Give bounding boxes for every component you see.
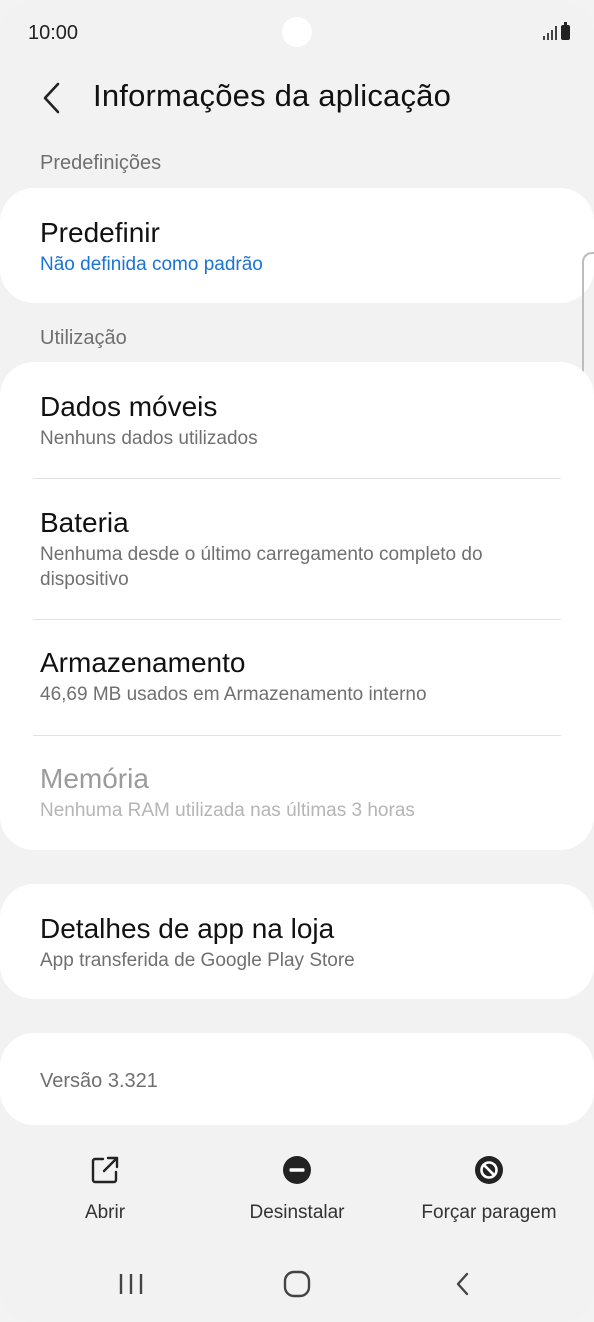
front-camera xyxy=(282,17,312,47)
usage-item-title: Memória xyxy=(40,763,149,794)
version-card: Versão 3.321 xyxy=(0,1033,594,1125)
recent-apps-button[interactable] xyxy=(101,1264,161,1304)
home-icon xyxy=(283,1270,311,1298)
usage-item-mobile-data[interactable]: Dados móveis Nenhuns dados utilizados xyxy=(40,390,560,451)
app-info-screen: 10:00 Informações da aplicação Predefini… xyxy=(0,0,594,1322)
defaults-title: Predefinir xyxy=(40,217,160,248)
system-icons xyxy=(543,22,570,40)
uninstall-label: Desinstalar xyxy=(249,1202,345,1223)
back-button[interactable] xyxy=(34,78,74,118)
open-external-icon xyxy=(91,1156,119,1184)
nav-back-button[interactable] xyxy=(433,1264,493,1304)
uninstall-button[interactable]: Desinstalar xyxy=(217,1148,377,1224)
section-label-usage: Utilização xyxy=(40,327,127,349)
minus-circle-icon xyxy=(283,1156,311,1184)
status-time: 10:00 xyxy=(28,22,79,44)
version-text: Versão 3.321 xyxy=(40,1070,158,1092)
defaults-card: Predefinir Não definida como padrão xyxy=(0,188,594,303)
usage-item-memory: Memória Nenhuma RAM utilizada nas última… xyxy=(40,762,560,823)
store-details-item[interactable]: Detalhes de app na loja App transferida … xyxy=(40,912,560,973)
usage-item-subtitle: Nenhuns dados utilizados xyxy=(40,428,258,449)
usage-item-battery[interactable]: Bateria Nenhuma desde o último carregame… xyxy=(40,506,560,592)
block-icon xyxy=(475,1156,503,1184)
usage-card: Dados móveis Nenhuns dados utilizados Ba… xyxy=(0,362,594,850)
home-button[interactable] xyxy=(267,1264,327,1304)
force-stop-label: Forçar paragem xyxy=(421,1202,557,1223)
open-label: Abrir xyxy=(84,1202,126,1223)
usage-item-storage[interactable]: Armazenamento 46,69 MB usados em Armazen… xyxy=(40,646,560,707)
status-bar: 10:00 xyxy=(0,0,594,66)
page-title: Informações da aplicação xyxy=(93,78,452,113)
usage-item-subtitle: Nenhuma RAM utilizada nas últimas 3 hora… xyxy=(40,800,415,821)
chevron-left-icon xyxy=(43,82,60,114)
navigation-bar xyxy=(0,1254,594,1314)
store-card: Detalhes de app na loja App transferida … xyxy=(0,884,594,999)
recents-icon xyxy=(119,1274,143,1294)
action-bar: Abrir Desinstalar Forçar paragem xyxy=(0,1148,594,1238)
version-item: Versão 3.321 xyxy=(40,1067,560,1094)
battery-icon xyxy=(561,22,570,40)
divider xyxy=(33,735,561,736)
force-stop-button[interactable]: Forçar paragem xyxy=(409,1148,569,1224)
defaults-item[interactable]: Predefinir Não definida como padrão xyxy=(40,216,560,277)
section-label-defaults: Predefinições xyxy=(40,152,162,174)
usage-item-title: Dados móveis xyxy=(40,391,218,422)
chevron-left-icon xyxy=(456,1272,469,1296)
usage-item-title: Armazenamento xyxy=(40,647,246,678)
open-button[interactable]: Abrir xyxy=(25,1148,185,1224)
defaults-subtitle: Não definida como padrão xyxy=(40,254,263,275)
divider xyxy=(33,478,561,479)
usage-item-title: Bateria xyxy=(40,507,129,538)
signal-icon xyxy=(543,24,557,40)
store-details-title: Detalhes de app na loja xyxy=(40,913,335,944)
app-bar: Informações da aplicação xyxy=(0,70,594,126)
usage-item-subtitle: 46,69 MB usados em Armazenamento interno xyxy=(40,684,427,705)
divider xyxy=(33,619,561,620)
store-details-subtitle: App transferida de Google Play Store xyxy=(40,950,355,971)
usage-item-subtitle: Nenhuma desde o último carregamento comp… xyxy=(40,544,483,590)
